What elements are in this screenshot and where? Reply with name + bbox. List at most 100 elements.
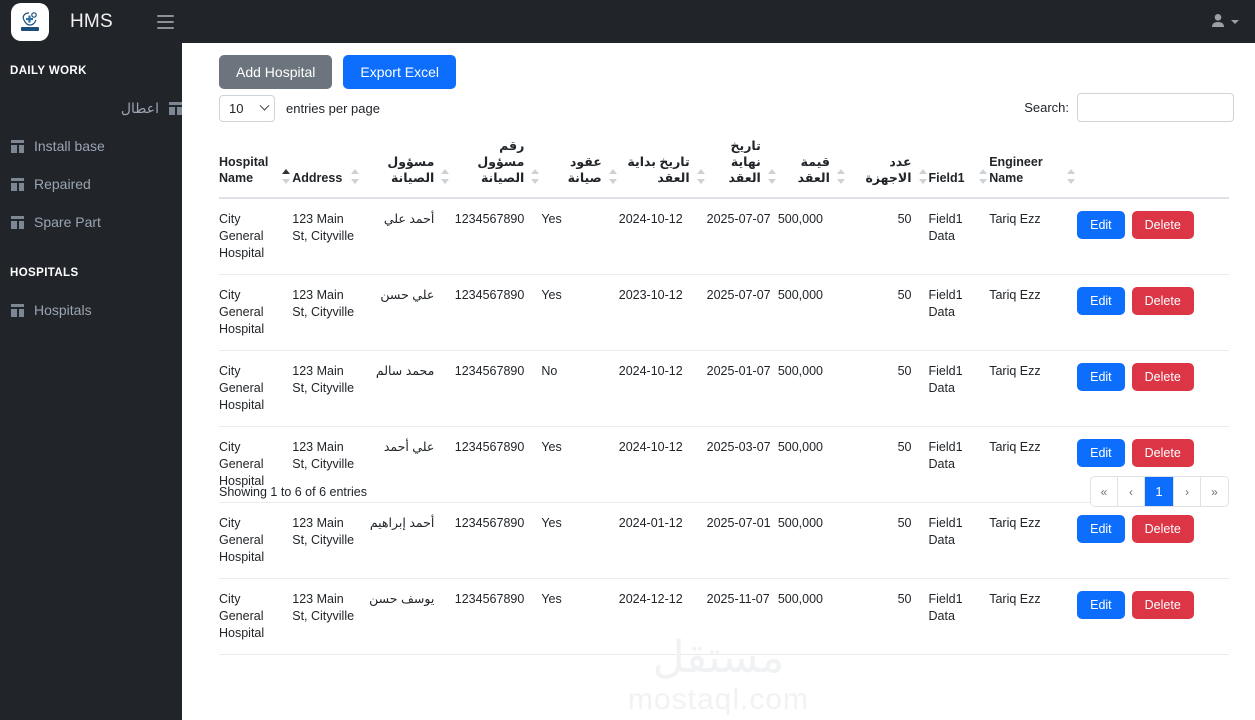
cell-maintenance-contract: Yes [541, 578, 619, 655]
search-label: Search: [1024, 100, 1069, 115]
edit-button[interactable]: Edit [1077, 287, 1125, 315]
column-header-5[interactable]: تاريخ بداية العقد [618, 138, 707, 199]
column-header-9[interactable]: Field1 [928, 138, 990, 199]
sidebar-item-install-base[interactable]: Install base [0, 127, 182, 165]
sidebar-item-repaired[interactable]: Repaired [0, 165, 182, 203]
cell-contract-value: 500,000 [777, 350, 847, 427]
user-menu[interactable] [1211, 13, 1239, 31]
export-excel-button[interactable]: Export Excel [343, 55, 456, 89]
cell-maintenance-officer: أحمد إبراهيم [361, 502, 452, 579]
delete-button[interactable]: Delete [1131, 591, 1194, 619]
edit-button[interactable]: Edit [1077, 439, 1125, 467]
column-header-2[interactable]: مسؤول الصيانة [361, 138, 452, 199]
cell-field1: Field1 Data [928, 274, 990, 351]
table-row: City General Hospital 123 Main St, Cityvi… [219, 578, 1229, 655]
sort-toggle-icon[interactable] [351, 169, 360, 184]
column-header-3[interactable]: رقم مسؤول الصيانة [451, 138, 542, 199]
medical-cross-logo[interactable] [11, 2, 49, 41]
sort-toggle-icon[interactable] [608, 169, 617, 184]
brand-title[interactable]: HMS [70, 11, 113, 33]
cell-hospital-name: City General Hospital [219, 274, 293, 351]
table-grid-icon [11, 215, 24, 229]
sidebar-item-اعطال[interactable]: اعطال [0, 89, 182, 127]
column-header-label: عقود صيانة [567, 155, 602, 185]
search-input[interactable] [1077, 93, 1234, 122]
sort-toggle-icon[interactable] [979, 169, 988, 184]
cell-hospital-name: City General Hospital [219, 350, 293, 427]
cell-maintenance-contract: Yes [541, 274, 619, 351]
sort-toggle-icon[interactable] [918, 169, 927, 184]
cell-contract-end: 2025-07-01 [706, 502, 778, 579]
next-page-button[interactable]: › [1174, 477, 1201, 506]
cell-field1: Field1 Data [928, 350, 990, 427]
column-header-label: Field1 [928, 171, 965, 185]
add-hospital-button[interactable]: Add Hospital [219, 55, 333, 89]
cell-contract-value: 500,000 [777, 502, 847, 579]
cell-contract-start: 2024-12-12 [618, 578, 707, 655]
sidebar-item-label: Hospitals [34, 302, 92, 318]
table-grid-icon [11, 303, 24, 317]
delete-button[interactable]: Delete [1131, 287, 1194, 315]
delete-button[interactable]: Delete [1131, 363, 1194, 391]
cell-address: 123 Main St, Cityville [292, 198, 362, 275]
cell-actions: Edit Delete [1077, 350, 1229, 427]
cell-contract-value: 500,000 [777, 578, 847, 655]
table-grid-icon [11, 139, 24, 153]
action-toolbar: Add Hospital Export Excel [219, 55, 456, 89]
sort-toggle-icon[interactable] [836, 169, 845, 184]
table-body: City General Hospital 123 Main St, Cityvi… [219, 198, 1229, 655]
column-header-10[interactable]: Engineer Name [989, 138, 1078, 199]
sort-toggle-icon[interactable] [1067, 169, 1076, 184]
cell-maintenance-officer: أحمد علي [361, 198, 452, 275]
column-header-4[interactable]: عقود صيانة [541, 138, 619, 199]
edit-button[interactable]: Edit [1077, 211, 1125, 239]
column-header-label: مسؤول الصيانة [387, 155, 435, 185]
column-header-8[interactable]: عدد الاجهزة [846, 138, 929, 199]
edit-button[interactable]: Edit [1077, 591, 1125, 619]
delete-button[interactable]: Delete [1131, 439, 1194, 467]
column-header-label: Hospital Name [219, 155, 269, 185]
cell-hospital-name: City General Hospital [219, 578, 293, 655]
cell-devices-count: 50 [846, 198, 929, 275]
entries-per-page-select[interactable]: 10 [219, 95, 275, 122]
hamburger-icon[interactable] [156, 14, 174, 29]
column-header-6[interactable]: تاريخ نهاية العقد [706, 138, 778, 199]
sidebar-section-title: HOSPITALS [10, 267, 79, 279]
table-grid-icon [169, 101, 182, 115]
page-1-button[interactable]: 1 [1145, 477, 1174, 506]
hospitals-table-wrap: Hospital Name Address مسؤول الصيانة رقم مسؤ… [219, 138, 1229, 655]
hospitals-table: Hospital Name Address مسؤول الصيانة رقم مسؤ… [219, 138, 1229, 655]
first-page-button[interactable]: « [1091, 477, 1118, 506]
sidebar-item-label: Install base [34, 138, 105, 154]
sort-toggle-icon[interactable] [282, 169, 291, 184]
sidebar-item-spare-part[interactable]: Spare Part [0, 203, 182, 241]
edit-button[interactable]: Edit [1077, 363, 1125, 391]
edit-button[interactable]: Edit [1077, 515, 1125, 543]
table-header-row: Hospital Name Address مسؤول الصيانة رقم مسؤ… [219, 138, 1229, 199]
sort-toggle-icon[interactable] [531, 169, 540, 184]
sort-toggle-icon[interactable] [441, 169, 450, 184]
column-header-1[interactable]: Address [292, 138, 362, 199]
column-header-0[interactable]: Hospital Name [219, 138, 293, 199]
sidebar-item-hospitals[interactable]: Hospitals [0, 291, 182, 329]
sort-toggle-icon[interactable] [696, 169, 705, 184]
cell-maintenance-contract: No [541, 350, 619, 427]
cell-contract-start: 2023-10-12 [618, 274, 707, 351]
column-header-label: تاريخ بداية العقد [627, 155, 690, 185]
delete-button[interactable]: Delete [1131, 515, 1194, 543]
cell-field1: Field1 Data [928, 578, 990, 655]
cell-address: 123 Main St, Cityville [292, 578, 362, 655]
last-page-button[interactable]: » [1201, 477, 1228, 506]
sort-toggle-icon[interactable] [767, 169, 776, 184]
main-content: Add Hospital Export Excel 10 entries per… [182, 43, 1255, 720]
cell-officer-phone: 1234567890 [451, 350, 542, 427]
watermark-latin: mostaql.com [627, 683, 810, 716]
delete-button[interactable]: Delete [1131, 211, 1194, 239]
user-avatar-icon [1211, 13, 1225, 31]
cell-contract-end: 2025-07-07 [706, 198, 778, 275]
prev-page-button[interactable]: ‹ [1118, 477, 1145, 506]
cell-address: 123 Main St, Cityville [292, 274, 362, 351]
entries-per-page-control: 10 entries per page [219, 95, 380, 122]
column-header-7[interactable]: قيمة العقد [777, 138, 847, 199]
showing-entries-text: Showing 1 to 6 of 6 entries [219, 484, 368, 499]
